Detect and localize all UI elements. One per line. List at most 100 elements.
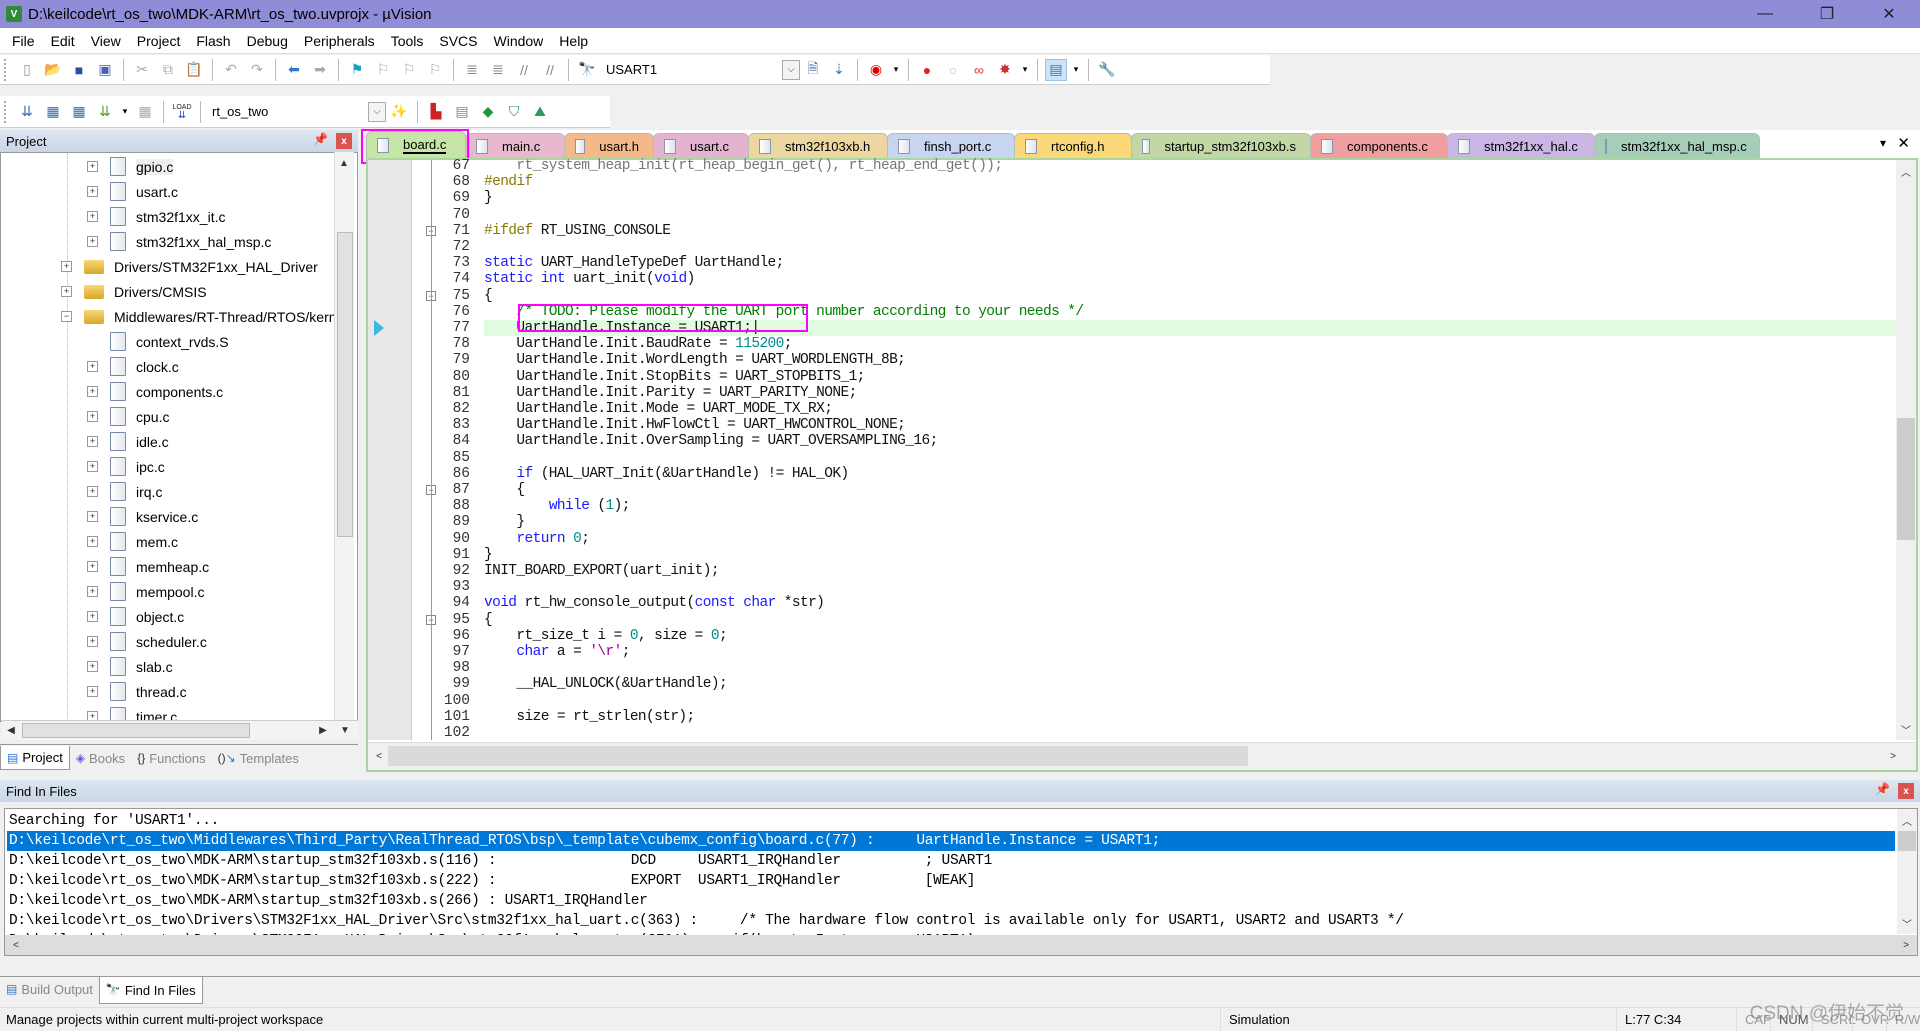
expand-icon[interactable]: + bbox=[87, 636, 98, 647]
tree-item[interactable]: + object.c bbox=[87, 604, 184, 629]
code-line[interactable]: char a = '\r'; bbox=[484, 644, 1896, 660]
code-line[interactable]: rt_size_t i = 0, size = 0; bbox=[484, 628, 1896, 644]
scroll-up-arrow-icon[interactable]: ︿ bbox=[1897, 162, 1915, 180]
project-vertical-scrollbar[interactable]: ▲ bbox=[334, 152, 354, 722]
scroll-down-arrow-icon[interactable]: ▼ bbox=[336, 721, 354, 739]
debug-session-icon[interactable]: ◉ bbox=[865, 59, 887, 81]
scrollbar-thumb[interactable] bbox=[337, 232, 353, 537]
menu-svcs[interactable]: SVCS bbox=[431, 33, 485, 49]
find-icon[interactable]: 🗎 bbox=[802, 59, 824, 81]
scroll-left-arrow-icon[interactable]: < bbox=[7, 936, 25, 954]
dropdown-arrow-icon[interactable]: ▾ bbox=[1020, 59, 1030, 81]
build-icon[interactable]: ▦ bbox=[42, 101, 64, 123]
stop-build-icon[interactable]: ▦ bbox=[134, 101, 156, 123]
expand-icon[interactable]: + bbox=[87, 211, 98, 222]
expand-icon[interactable]: + bbox=[87, 661, 98, 672]
tab-rtconfig-h[interactable]: rtconfig.h bbox=[1014, 133, 1132, 158]
close-find-panel-button[interactable]: x bbox=[1898, 783, 1914, 799]
navigate-forward-icon[interactable]: ➡ bbox=[309, 59, 331, 81]
scrollbar-thumb[interactable] bbox=[1897, 418, 1915, 540]
code-line[interactable]: UartHandle.Init.WordLength = UART_WORDLE… bbox=[484, 352, 1896, 368]
pack-installer-icon[interactable]: ⛉ bbox=[503, 101, 525, 123]
next-bookmark-icon[interactable]: ⚐ bbox=[398, 59, 420, 81]
code-line[interactable]: #ifdef RT_USING_CONSOLE bbox=[484, 223, 1896, 239]
tree-item[interactable]: + components.c bbox=[87, 379, 223, 404]
tree-item[interactable]: + clock.c bbox=[87, 354, 179, 379]
code-line[interactable]: UartHandle.Init.HwFlowCtl = UART_HWCONTR… bbox=[484, 417, 1896, 433]
editor-horizontal-scrollbar[interactable]: < > bbox=[368, 742, 1916, 770]
editor-vertical-scrollbar[interactable]: ︿ ﹀ bbox=[1896, 160, 1916, 740]
tab-stm32f1xx-hal-c[interactable]: stm32f1xx_hal.c bbox=[1447, 133, 1595, 158]
close-project-panel-button[interactable]: x bbox=[336, 133, 352, 149]
search-result-line[interactable]: D:\keilcode\rt_os_two\MDK-ARM\startup_st… bbox=[9, 851, 1895, 871]
expand-icon[interactable]: + bbox=[87, 536, 98, 547]
tab-find-in-files[interactable]: 🔭 Find In Files bbox=[98, 977, 203, 1004]
disable-all-breakpoints-icon[interactable]: ∞ bbox=[968, 59, 990, 81]
code-line[interactable] bbox=[484, 239, 1896, 255]
code-line[interactable] bbox=[484, 207, 1896, 223]
expand-icon[interactable]: + bbox=[87, 386, 98, 397]
tab-functions[interactable]: {} Functions bbox=[131, 746, 211, 770]
tree-item[interactable]: + idle.c bbox=[87, 429, 169, 454]
dropdown-arrow-icon[interactable]: ▾ bbox=[120, 101, 130, 123]
find-combo-value[interactable]: USART1 bbox=[600, 62, 663, 77]
toolbar-grip[interactable] bbox=[4, 100, 8, 123]
menu-project[interactable]: Project bbox=[129, 33, 189, 49]
code-line[interactable]: while (1); bbox=[484, 498, 1896, 514]
clear-bookmarks-icon[interactable]: ⚐ bbox=[424, 59, 446, 81]
enable-breakpoint-icon[interactable]: ○ bbox=[942, 59, 964, 81]
tree-item[interactable]: + kservice.c bbox=[87, 504, 198, 529]
tab-stm32f1xx-hal-msp-c[interactable]: stm32f1xx_hal_msp.c bbox=[1594, 133, 1760, 158]
tree-item[interactable]: + usart.c bbox=[87, 179, 178, 204]
select-packs-icon[interactable]: ◆ bbox=[477, 101, 499, 123]
find-in-files-output[interactable]: D:\keilcode\rt_os_two\Drivers\STM32F1xx_… bbox=[4, 808, 1918, 956]
scrollbar-thumb[interactable] bbox=[1898, 831, 1916, 851]
find-combo[interactable]: USART1 ⌵ bbox=[600, 59, 800, 81]
search-result-line[interactable]: D:\keilcode\rt_os_two\MDK-ARM\startup_st… bbox=[9, 891, 1895, 911]
tab-books[interactable]: ◈ Books bbox=[70, 746, 131, 770]
uncomment-icon[interactable]: // bbox=[539, 59, 561, 81]
tab-list-menu-icon[interactable]: ▾ bbox=[1880, 136, 1886, 150]
scroll-down-arrow-icon[interactable]: ﹀ bbox=[1898, 914, 1916, 932]
insert-breakpoint-icon[interactable]: ● bbox=[916, 59, 938, 81]
expand-icon[interactable]: + bbox=[87, 561, 98, 572]
tree-item[interactable]: context_rvds.S bbox=[87, 329, 229, 354]
translate-icon[interactable]: ⇊ bbox=[16, 101, 38, 123]
code-line[interactable]: size = rt_strlen(str); bbox=[484, 709, 1896, 725]
search-result-line[interactable]: D:\keilcode\rt_os_two\MDK-ARM\startup_st… bbox=[9, 871, 1895, 891]
new-file-icon[interactable]: ▯ bbox=[16, 59, 38, 81]
find-vertical-scrollbar[interactable]: ︿ ﹀ bbox=[1897, 809, 1917, 934]
manage-project-items-icon[interactable]: ▤ bbox=[451, 101, 473, 123]
tree-item[interactable]: + thread.c bbox=[87, 679, 187, 704]
expand-icon[interactable]: + bbox=[87, 511, 98, 522]
code-line[interactable]: UartHandle.Instance = USART1;| bbox=[484, 320, 1896, 336]
save-all-icon[interactable]: ▣ bbox=[94, 59, 116, 81]
configure-wrench-icon[interactable]: 🔧 bbox=[1096, 59, 1118, 81]
menu-edit[interactable]: Edit bbox=[43, 33, 83, 49]
tab-build-output[interactable]: ▤ Build Output bbox=[0, 977, 99, 1001]
expand-icon[interactable]: + bbox=[87, 361, 98, 372]
code-line[interactable]: static int uart_init(void) bbox=[484, 271, 1896, 287]
code-line[interactable] bbox=[484, 693, 1896, 709]
menu-view[interactable]: View bbox=[83, 33, 129, 49]
expand-icon[interactable]: + bbox=[87, 436, 98, 447]
tree-item[interactable]: − Middlewares/RT-Thread/RTOS/kern bbox=[61, 304, 337, 329]
tab-board-c[interactable]: board.c bbox=[361, 129, 469, 164]
save-icon[interactable]: ■ bbox=[68, 59, 90, 81]
code-line[interactable]: /* TODO: Please modify the UART port num… bbox=[484, 304, 1896, 320]
code-line[interactable]: static UART_HandleTypeDef UartHandle; bbox=[484, 255, 1896, 271]
bookmark-icon[interactable]: ⚑ bbox=[346, 59, 368, 81]
open-file-icon[interactable]: 📂 bbox=[42, 59, 64, 81]
code-line[interactable]: rt_system_heap_init(rt_heap_begin_get(),… bbox=[484, 158, 1896, 174]
batch-build-icon[interactable]: ⇊ bbox=[94, 101, 116, 123]
tree-item[interactable]: + Drivers/STM32F1xx_HAL_Driver bbox=[61, 254, 318, 279]
code-line[interactable]: if (HAL_UART_Init(&UartHandle) != HAL_OK… bbox=[484, 466, 1896, 482]
code-line[interactable]: UartHandle.Init.StopBits = UART_STOPBITS… bbox=[484, 369, 1896, 385]
tree-item[interactable]: + mempool.c bbox=[87, 579, 204, 604]
rebuild-icon[interactable]: ▦ bbox=[68, 101, 90, 123]
navigate-back-icon[interactable]: ⬅ bbox=[283, 59, 305, 81]
expand-icon[interactable]: + bbox=[87, 236, 98, 247]
close-window-button[interactable]: ✕ bbox=[1858, 0, 1920, 28]
expand-icon[interactable]: + bbox=[87, 686, 98, 697]
code-line[interactable]: } bbox=[484, 514, 1896, 530]
